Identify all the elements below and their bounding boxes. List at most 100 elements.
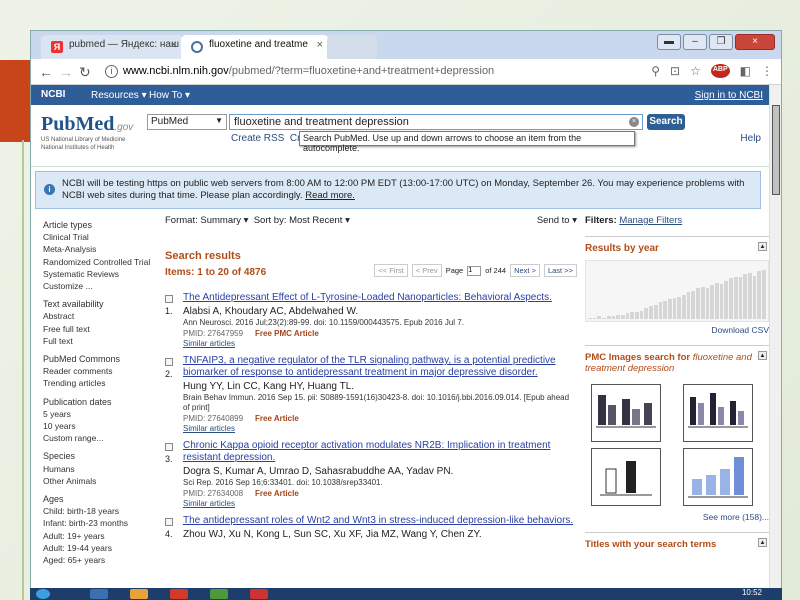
pmc-thumbnail[interactable]: [683, 448, 753, 506]
similar-articles-link[interactable]: Similar articles: [183, 499, 577, 508]
sidebar-filter-item[interactable]: Humans: [43, 463, 158, 475]
result-checkbox[interactable]: [165, 443, 173, 451]
free-article-badge[interactable]: Free Article: [255, 414, 299, 423]
year-bar[interactable]: [606, 316, 611, 319]
result-checkbox[interactable]: [165, 518, 173, 526]
year-bar[interactable]: [592, 317, 597, 319]
year-bar[interactable]: [724, 281, 729, 319]
close-icon[interactable]: ×: [171, 39, 177, 51]
close-icon[interactable]: ×: [317, 39, 323, 51]
result-checkbox[interactable]: [165, 358, 173, 366]
info-icon[interactable]: i: [105, 65, 118, 78]
start-button[interactable]: [36, 589, 50, 599]
menu-icon[interactable]: ⋮: [761, 64, 773, 78]
collapse-icon[interactable]: ▲: [758, 351, 767, 360]
download-csv-link[interactable]: Download CSV: [585, 325, 769, 335]
read-more-link[interactable]: Read more.: [305, 190, 355, 201]
howto-menu[interactable]: How To ▾: [149, 90, 190, 101]
scrollbar-thumb[interactable]: [772, 105, 780, 195]
database-select[interactable]: PubMed ▼: [147, 114, 227, 130]
year-bar[interactable]: [733, 277, 738, 319]
result-title-link[interactable]: TNFAIP3, a negative regulator of the TLR…: [183, 355, 577, 379]
free-article-badge[interactable]: Free Article: [255, 489, 299, 498]
year-bar[interactable]: [667, 299, 672, 319]
sidebar-filter-item[interactable]: Trending articles: [43, 377, 158, 389]
year-bar[interactable]: [653, 305, 658, 319]
year-bar[interactable]: [710, 285, 714, 319]
resources-menu[interactable]: Resources ▾: [91, 90, 147, 101]
collapse-icon[interactable]: ▲: [758, 242, 767, 251]
user-icon[interactable]: ▬: [657, 34, 681, 50]
sidebar-filter-item[interactable]: Infant: birth-23 months: [43, 517, 158, 529]
manage-filters-link[interactable]: Manage Filters: [619, 215, 682, 226]
last-page-button[interactable]: Last >>: [543, 264, 577, 277]
maximize-button[interactable]: ❐: [709, 34, 733, 50]
sidebar-filter-item[interactable]: 10 years: [43, 420, 158, 432]
url-field[interactable]: i www.ncbi.nlm.nih.gov/pubmed/?term=fluo…: [101, 62, 711, 82]
similar-articles-link[interactable]: Similar articles: [183, 424, 577, 433]
result-title-link[interactable]: The antidepressant roles of Wnt2 and Wnt…: [183, 515, 577, 527]
translate-icon[interactable]: ⊡: [670, 64, 680, 78]
sidebar-filter-item[interactable]: Randomized Controlled Trial: [43, 256, 158, 268]
ncbi-logo[interactable]: NCBI: [41, 89, 65, 100]
year-bar[interactable]: [602, 317, 606, 319]
pmc-thumbnail[interactable]: [591, 384, 661, 442]
year-bar[interactable]: [714, 282, 719, 319]
collapse-icon[interactable]: ▲: [758, 538, 767, 547]
clear-icon[interactable]: ×: [629, 117, 639, 127]
year-bar[interactable]: [729, 278, 733, 319]
year-bar[interactable]: [588, 317, 592, 319]
year-histogram[interactable]: [585, 260, 769, 322]
chrome-icon[interactable]: [210, 589, 228, 599]
media-icon[interactable]: [130, 589, 148, 599]
similar-articles-link[interactable]: Similar articles: [183, 339, 577, 348]
search-input[interactable]: fluoxetine and treatment depression ×: [229, 114, 643, 130]
search-button[interactable]: Search: [647, 114, 685, 130]
sidebar-filter-item[interactable]: Adult: 19+ years: [43, 530, 158, 542]
help-link[interactable]: Help: [740, 133, 761, 144]
year-bar[interactable]: [649, 306, 653, 319]
format-select[interactable]: Summary ▾: [200, 215, 248, 226]
year-bar[interactable]: [691, 291, 696, 319]
year-bar[interactable]: [743, 274, 747, 319]
sidebar-filter-item[interactable]: Meta-Analysis: [43, 243, 158, 255]
year-bar[interactable]: [620, 314, 625, 319]
sidebar-filter-item[interactable]: Customize ...: [43, 280, 158, 292]
year-bar[interactable]: [686, 292, 691, 319]
sidebar-filter-item[interactable]: Reader comments: [43, 365, 158, 377]
page-number-input[interactable]: [467, 265, 482, 276]
year-bar[interactable]: [757, 271, 762, 319]
year-bar[interactable]: [762, 270, 766, 319]
sidebar-filter-item[interactable]: Clinical Trial: [43, 231, 158, 243]
year-bar[interactable]: [672, 298, 677, 319]
result-title-link[interactable]: Chronic Kappa opioid receptor activation…: [183, 440, 577, 464]
pubmed-logo[interactable]: PubMed.gov US National Library of Medici…: [41, 113, 133, 152]
year-bar[interactable]: [644, 307, 649, 319]
year-bar[interactable]: [663, 300, 667, 319]
first-page-button[interactable]: << First: [374, 264, 408, 277]
tab-yandex[interactable]: Я pubmed — Яндекс: наш ×: [41, 35, 183, 59]
sidebar-filter-item[interactable]: Adult: 19-44 years: [43, 542, 158, 554]
pmc-thumbnail[interactable]: [683, 384, 753, 442]
see-more-link[interactable]: See more (158)...: [585, 512, 769, 522]
sidebar-filter-item[interactable]: Full text: [43, 335, 158, 347]
year-bar[interactable]: [597, 316, 602, 319]
send-to-menu[interactable]: Send to ▾: [537, 215, 577, 226]
pmc-thumbnail[interactable]: [591, 448, 661, 506]
year-bar[interactable]: [705, 288, 710, 319]
year-bar[interactable]: [630, 312, 635, 319]
sidebar-filter-item[interactable]: Custom range...: [43, 432, 158, 444]
year-bar[interactable]: [625, 313, 630, 319]
sidebar-filter-item[interactable]: Free full text: [43, 323, 158, 335]
result-checkbox[interactable]: [165, 295, 173, 303]
sidebar-filter-item[interactable]: Child: birth-18 years: [43, 505, 158, 517]
reload-icon[interactable]: ↻: [79, 64, 91, 81]
year-bar[interactable]: [658, 302, 663, 319]
create-rss-link[interactable]: Create RSS Cre: [231, 133, 306, 144]
sort-select[interactable]: Most Recent ▾: [289, 215, 350, 226]
extension-icon[interactable]: ◧: [740, 64, 751, 78]
year-bar[interactable]: [677, 296, 682, 319]
sidebar-filter-item[interactable]: Systematic Reviews: [43, 268, 158, 280]
free-article-badge[interactable]: Free PMC Article: [255, 329, 319, 338]
star-icon[interactable]: ☆: [690, 64, 701, 78]
